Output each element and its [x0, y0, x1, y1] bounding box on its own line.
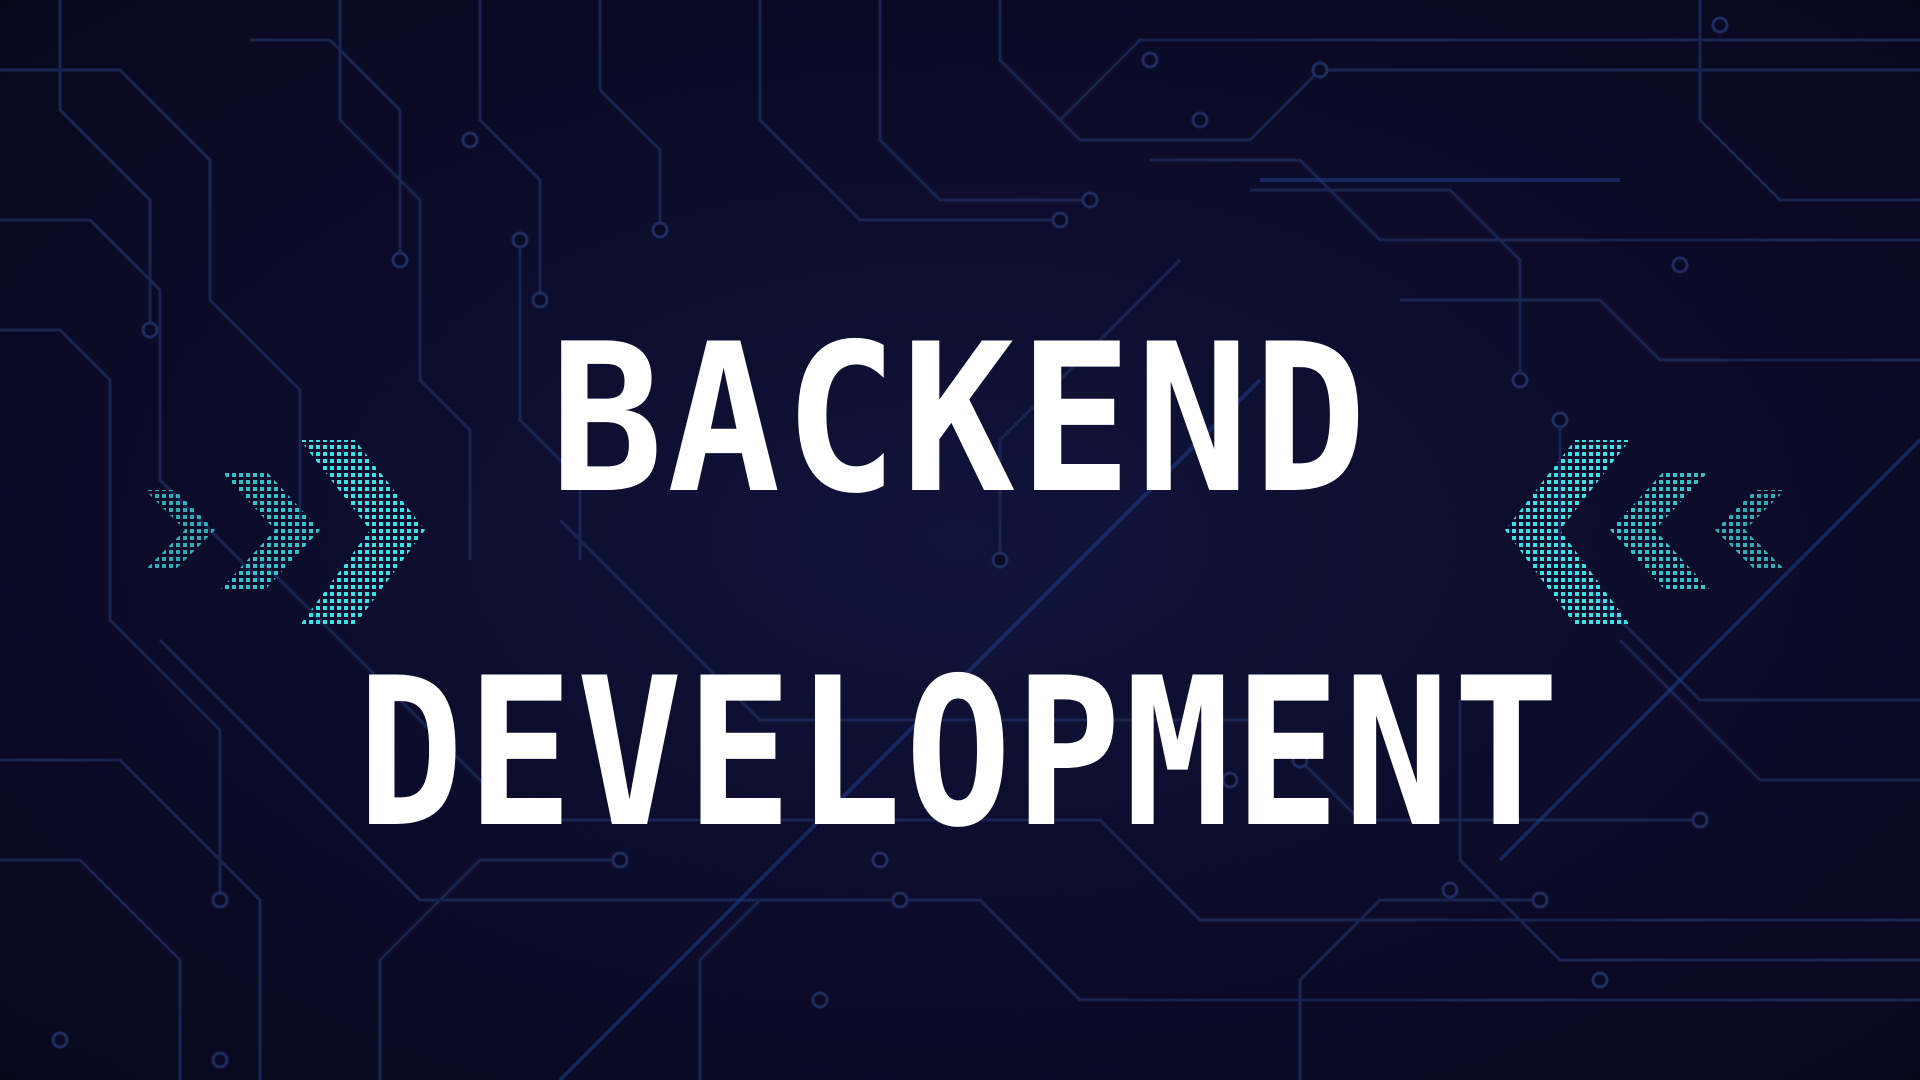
title-line-2: DEVELOPMENT	[357, 635, 1563, 873]
banner: BACKEND DEVELOPMENT	[0, 0, 1920, 1080]
title-line-1: BACKEND	[549, 301, 1371, 539]
